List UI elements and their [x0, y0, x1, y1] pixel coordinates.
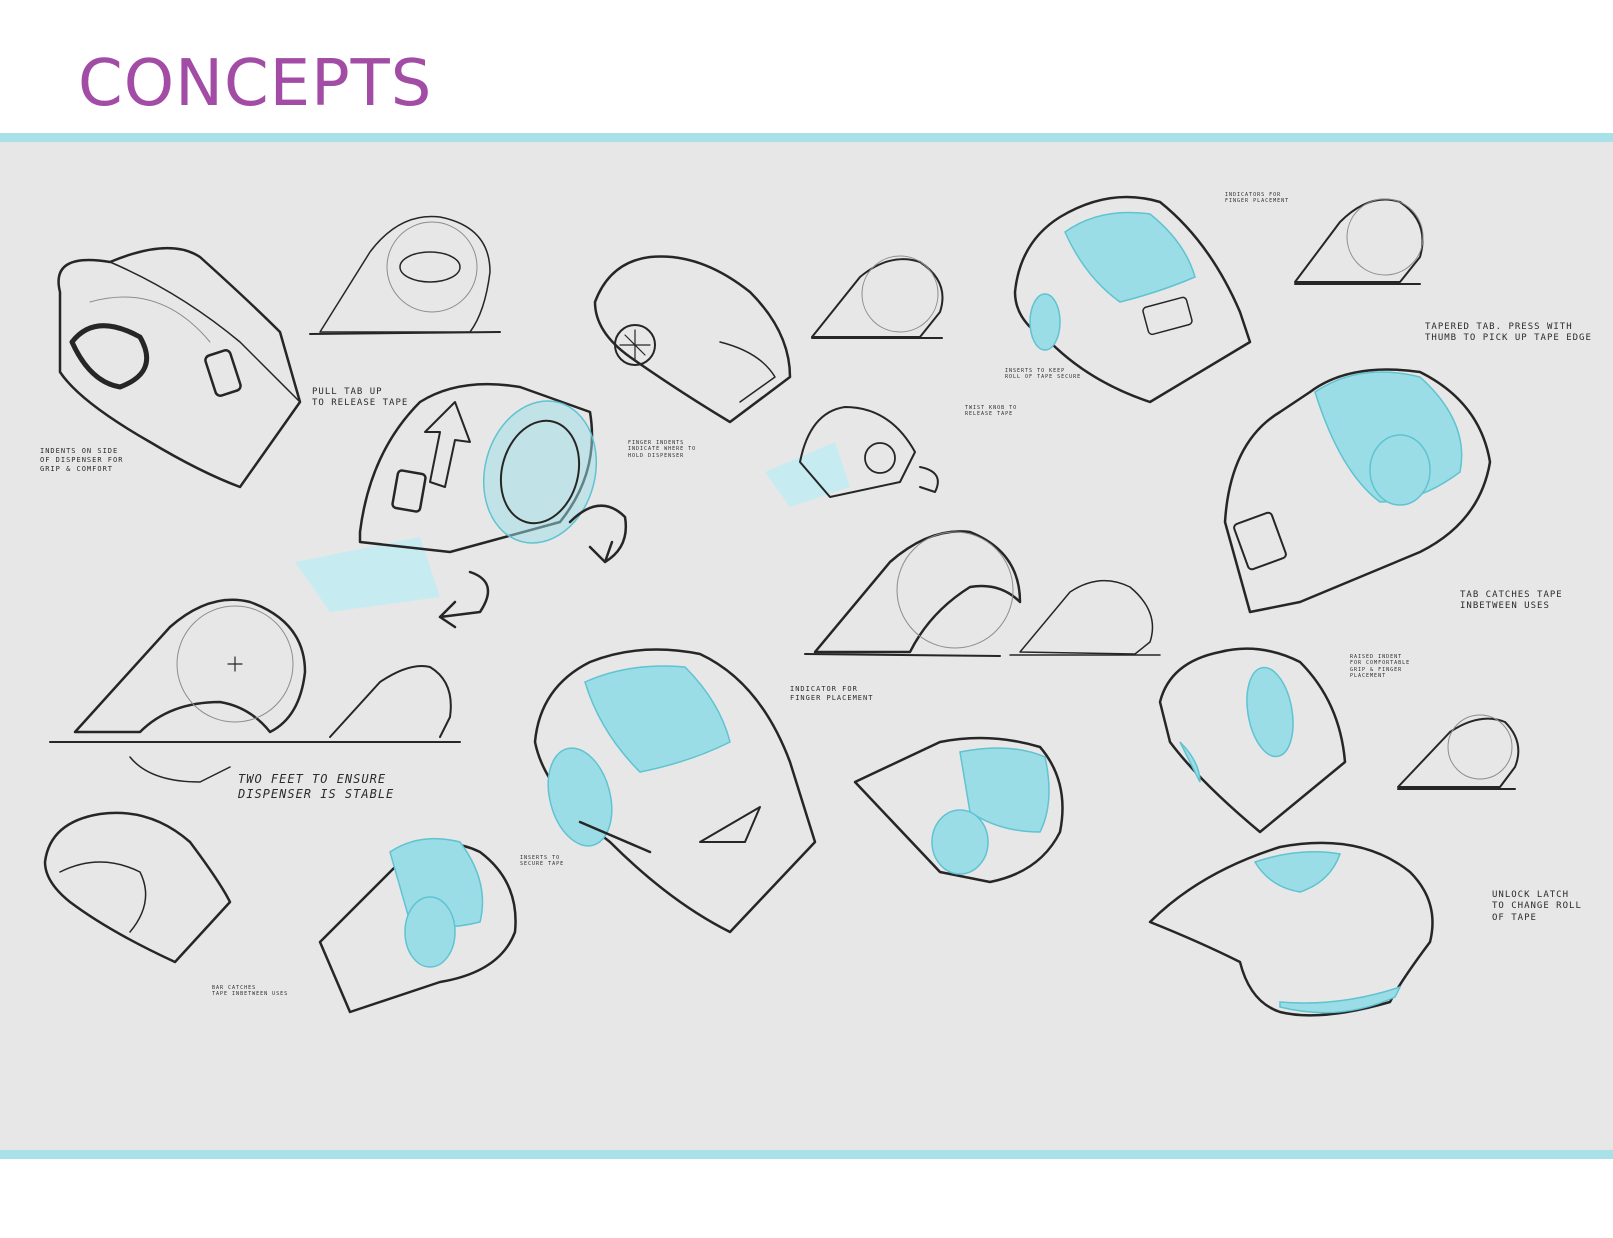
- sketch-outline-dispenser-3: [1294, 198, 1424, 285]
- sketch-tapered-tab-dispenser: [1223, 368, 1492, 614]
- sketch-pull-tab-dispenser: [295, 382, 628, 629]
- sketch-panel: INDENTS ON SIDE OF DISPENSER FOR GRIP & …: [0, 142, 1613, 1150]
- note-twist-knob: TWIST KNOB TO RELEASE TAPE: [965, 405, 1018, 418]
- note-tapered-tab: TAPERED TAB. PRESS WITH THUMB TO PICK UP…: [1425, 322, 1592, 344]
- note-tab-catches: TAB CATCHES TAPE INBETWEEN USES: [1460, 590, 1563, 612]
- note-finger-indents: FINGER INDENTS INDICATE WHERE TO HOLD DI…: [628, 440, 697, 459]
- sketch-raised-indent-dispenser: [1158, 647, 1347, 834]
- page-title: CONCEPTS: [78, 47, 433, 121]
- note-indicator-finger: INDICATOR FOR FINGER PLACEMENT: [790, 685, 874, 702]
- note-indents-side: INDENTS ON SIDE OF DISPENSER FOR GRIP & …: [40, 447, 124, 473]
- sketch-compact-dispenser: [43, 811, 232, 964]
- sketch-outline-dispenser-1: [309, 215, 501, 335]
- sketch-central-indicator-dispenser: [533, 648, 817, 934]
- sketch-twist-knob-dispenser: [765, 406, 939, 507]
- top-accent-rule: [0, 133, 1613, 142]
- sketch-outline-dispenser-4: [804, 530, 1161, 657]
- sketch-wide-dispenser: [853, 736, 1064, 884]
- sketch-two-feet-dispenser: [49, 598, 461, 783]
- note-two-feet: TWO FEET TO ENSURE DISPENSER IS STABLE: [238, 772, 395, 801]
- note-pull-tab: PULL TAB UP TO RELEASE TAPE: [312, 387, 409, 409]
- sketch-bar-catches-dispenser: [318, 837, 517, 1014]
- note-unlock-latch: UNLOCK LATCH TO CHANGE ROLL OF TAPE: [1492, 890, 1582, 923]
- concept-sketches: [43, 195, 1520, 1017]
- sketch-outline-dispenser-5: [1397, 714, 1520, 790]
- note-raised-indent: RAISED INDENT FOR COMFORTABLE GRIP & FIN…: [1350, 654, 1411, 679]
- sketch-unlock-latch-dispenser: [1148, 841, 1434, 1017]
- bottom-accent-rule: [0, 1150, 1613, 1159]
- note-bar-catches: BAR CATCHES TAPE INBETWEEN USES: [212, 985, 289, 998]
- note-indicators-top: INDICATORS FOR FINGER PLACEMENT: [1225, 192, 1290, 205]
- note-inserts-keep: INSERTS TO KEEP ROLL OF TAPE SECURE: [1005, 368, 1082, 381]
- sketch-knob-dispenser: [593, 255, 792, 424]
- sketch-outline-dispenser-2: [811, 255, 944, 339]
- note-inserts-secure: INSERTS TO SECURE TAPE: [520, 855, 565, 868]
